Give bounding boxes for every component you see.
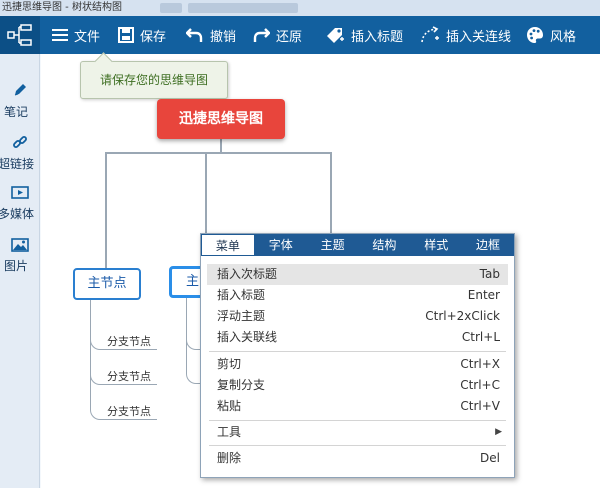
sidebar-item-label: 图片 <box>3 259 28 273</box>
menu-item-shortcut: Tab <box>479 267 500 281</box>
menu-item-shortcut: Ctrl+C <box>460 378 500 392</box>
menu-item-shortcut: Ctrl+2xClick <box>425 309 500 323</box>
redo-button[interactable]: 还原 <box>252 16 302 54</box>
branch-node[interactable]: 分支节点 <box>107 333 151 349</box>
palette-icon <box>527 27 543 43</box>
menu-item-label: 插入关联线 <box>217 330 278 344</box>
left-sidebar: 笔记 超链接 多媒体 图片 <box>0 54 40 488</box>
inactive-tab[interactable] <box>188 3 298 13</box>
sidebar-item-label: 超链接 <box>0 157 34 171</box>
menu-item-label: 复制分支 <box>217 378 266 392</box>
sidebar-item-multimedia[interactable]: 多媒体 <box>0 186 40 222</box>
insert-topic-label: 插入标题 <box>351 29 404 45</box>
menu-item-label: 工具 <box>217 425 242 439</box>
tab-font[interactable]: 字体 <box>255 234 307 256</box>
submenu-arrow-icon: ▶ <box>495 427 502 437</box>
insert-relation-button[interactable]: 插入关连线 <box>420 16 511 54</box>
insert-relation-label: 插入关连线 <box>446 29 512 45</box>
insert-topic-button[interactable]: 插入标题 <box>325 16 403 54</box>
connector-line <box>186 298 200 384</box>
insert-topic-icon <box>327 28 344 43</box>
menu-item-insert-subtopic[interactable]: 插入次标题 Tab <box>207 264 508 285</box>
tab-theme[interactable]: 主题 <box>307 234 359 256</box>
inactive-tab[interactable] <box>160 3 182 13</box>
menu-item-floating-topic[interactable]: 浮动主题 Ctrl+2xClick <box>207 306 508 327</box>
undo-label: 撤销 <box>210 29 237 45</box>
window-title: 迅捷思维导图 - 树状结构图 <box>2 2 122 13</box>
undo-icon <box>186 28 203 42</box>
sidebar-item-label: 笔记 <box>3 105 28 119</box>
tab-border[interactable]: 边框 <box>462 234 514 256</box>
connector-line <box>105 152 107 268</box>
menu-separator <box>209 420 506 421</box>
redo-label: 还原 <box>276 29 303 45</box>
pen-icon <box>14 84 26 96</box>
undo-button[interactable]: 撤销 <box>186 16 236 54</box>
link-icon <box>13 136 27 148</box>
image-icon <box>11 238 29 252</box>
menu-item-label: 插入标题 <box>217 288 266 302</box>
menu-item-label: 粘贴 <box>217 399 242 413</box>
menu-item-insert-relation[interactable]: 插入关联线 Ctrl+L <box>207 327 508 348</box>
sidebar-item-notes[interactable]: 笔记 <box>0 82 40 120</box>
menu-item-shortcut: Ctrl+L <box>461 330 500 344</box>
sidebar-item-image[interactable]: 图片 <box>0 238 40 274</box>
menu-separator <box>209 445 506 446</box>
window-titlebar: 迅捷思维导图 - 树状结构图 <box>0 0 600 16</box>
style-label: 风格 <box>550 29 577 45</box>
menu-item-shortcut: Ctrl+V <box>460 399 500 413</box>
tab-structure[interactable]: 结构 <box>358 234 410 256</box>
branch-node[interactable]: 分支节点 <box>107 368 151 384</box>
menu-item-shortcut: Del <box>480 451 500 465</box>
save-reminder-tooltip: 请保存您的思维导图 <box>80 61 228 99</box>
menu-item-label: 浮动主题 <box>217 309 266 323</box>
connector-line <box>90 300 102 420</box>
menu-item-label: 删除 <box>217 451 242 465</box>
connector-line <box>220 139 222 153</box>
main-toolbar: 文件 保存 撤销 还原 插入标题 插入关连线 风格 <box>0 16 600 54</box>
file-menu-button[interactable]: 文件 <box>52 16 100 54</box>
connector-line <box>330 152 332 236</box>
menu-item-shortcut: Ctrl+X <box>460 357 500 371</box>
style-button[interactable]: 风格 <box>526 16 576 54</box>
branch-node[interactable]: 分支节点 <box>107 403 151 419</box>
main-topic-node[interactable]: 主节点 <box>73 268 141 300</box>
menu-item-label: 插入次标题 <box>217 267 278 281</box>
connector-line <box>100 419 157 420</box>
menu-item-delete[interactable]: 删除 Del <box>207 448 508 469</box>
app-logo-icon[interactable] <box>0 16 40 54</box>
insert-relation-icon <box>421 26 439 43</box>
connector-line <box>205 152 207 236</box>
tab-menu[interactable]: 菜单 <box>201 234 255 256</box>
tab-style[interactable]: 样式 <box>410 234 462 256</box>
root-topic-node[interactable]: 迅捷思维导图 <box>157 99 285 139</box>
hamburger-menu-icon <box>52 29 68 41</box>
save-icon <box>118 27 134 43</box>
context-menu: 菜单 字体 主题 结构 样式 边框 插入次标题 Tab 插入标题 Enter 浮… <box>200 233 515 478</box>
menu-item-shortcut: Enter <box>467 288 500 302</box>
sidebar-item-hyperlink[interactable]: 超链接 <box>0 134 40 172</box>
save-button[interactable]: 保存 <box>118 16 166 54</box>
menu-item-cut[interactable]: 剪切 Ctrl+X <box>207 354 508 375</box>
media-icon <box>11 186 29 199</box>
menu-item-tools[interactable]: 工具 ▶ <box>207 422 508 443</box>
menu-separator <box>209 351 506 352</box>
file-menu-label: 文件 <box>74 29 101 45</box>
tooltip-text: 请保存您的思维导图 <box>99 73 208 87</box>
connector-line <box>100 349 157 350</box>
save-label: 保存 <box>140 29 167 45</box>
redo-icon <box>253 28 270 42</box>
menu-item-paste[interactable]: 粘贴 Ctrl+V <box>207 396 508 417</box>
menu-item-insert-topic[interactable]: 插入标题 Enter <box>207 285 508 306</box>
sidebar-item-label: 多媒体 <box>0 207 34 221</box>
connector-line <box>100 384 157 385</box>
menu-item-copy-branch[interactable]: 复制分支 Ctrl+C <box>207 375 508 396</box>
connector-line <box>105 152 332 154</box>
context-menu-tabs: 菜单 字体 主题 结构 样式 边框 <box>201 234 514 256</box>
menu-item-label: 剪切 <box>217 357 242 371</box>
